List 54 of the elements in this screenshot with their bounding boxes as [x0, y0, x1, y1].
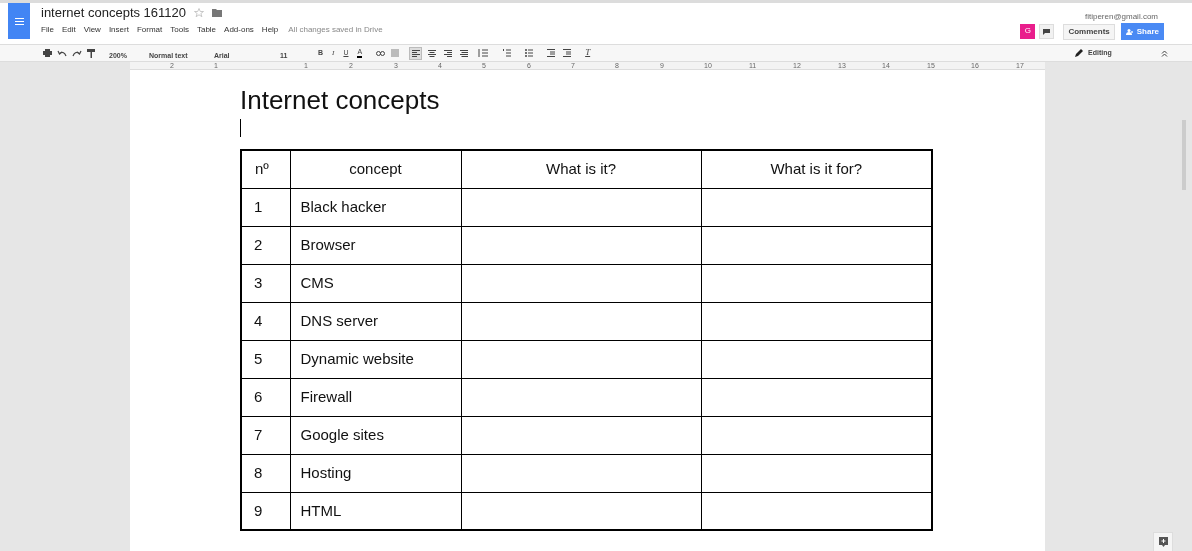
text-cursor	[240, 119, 241, 137]
table-cell: Firewall	[290, 378, 461, 416]
table-cell: Dynamic website	[290, 340, 461, 378]
column-header: concept	[290, 150, 461, 188]
save-status: All changes saved in Drive	[288, 24, 383, 36]
docs-logo-icon[interactable]	[8, 3, 30, 39]
menu-item[interactable]: Insert	[108, 24, 129, 36]
print-icon[interactable]	[43, 49, 52, 57]
clear-formatting-button[interactable]: T	[585, 46, 591, 60]
menu-item[interactable]: Tools	[170, 24, 189, 36]
menu-item[interactable]: Edit	[61, 24, 76, 36]
avatar-badge[interactable]: G	[1020, 24, 1036, 39]
bulleted-list-icon[interactable]	[525, 49, 534, 57]
numbered-list-icon[interactable]	[503, 49, 512, 57]
table-cell: 5	[241, 340, 290, 378]
link-icon[interactable]	[376, 50, 386, 56]
table-cell: 2	[241, 226, 290, 264]
menu-item[interactable]: View	[83, 24, 101, 36]
table-cell: Black hacker	[290, 188, 461, 226]
menu-item[interactable]: Format	[136, 24, 163, 36]
increase-indent-icon[interactable]	[563, 49, 572, 57]
table-cell: Browser	[290, 226, 461, 264]
undo-icon[interactable]	[57, 49, 67, 57]
explore-icon	[1158, 537, 1168, 547]
explore-button[interactable]	[1153, 532, 1173, 551]
decrease-indent-icon[interactable]	[547, 49, 556, 57]
table-cell: 4	[241, 302, 290, 340]
document-heading: Internet concepts	[240, 84, 441, 117]
menu-item[interactable]: Help	[261, 24, 279, 36]
column-header: nº	[241, 150, 290, 188]
star-icon[interactable]	[194, 8, 205, 18]
table-cell: 6	[241, 378, 290, 416]
table-cell: 7	[241, 416, 290, 454]
document-title[interactable]: internet concepts 161120	[41, 3, 187, 23]
align-left-button[interactable]	[409, 46, 423, 60]
table-cell: Hosting	[290, 454, 461, 492]
collapse-icon[interactable]	[1161, 49, 1168, 57]
account-email[interactable]: fitiperen@gmail.com	[1084, 11, 1158, 23]
paint-format-icon[interactable]	[87, 48, 95, 58]
table-cell: Google sites	[290, 416, 461, 454]
column-header: What is it?	[461, 150, 701, 188]
table-cell: DNS server	[290, 302, 461, 340]
menu-item[interactable]: Table	[196, 24, 217, 36]
redo-icon[interactable]	[72, 49, 82, 57]
menu-item[interactable]: File	[41, 24, 54, 36]
folder-icon[interactable]	[212, 9, 223, 17]
person-add-icon	[1125, 28, 1134, 35]
table-cell: CMS	[290, 264, 461, 302]
comments-button[interactable]: Comments	[1063, 23, 1115, 40]
table-cell: 3	[241, 264, 290, 302]
menu-item[interactable]: Add-ons	[224, 24, 254, 36]
table-cell: 1	[241, 188, 290, 226]
table-cell: 8	[241, 454, 290, 492]
pencil-icon[interactable]	[1075, 49, 1083, 57]
